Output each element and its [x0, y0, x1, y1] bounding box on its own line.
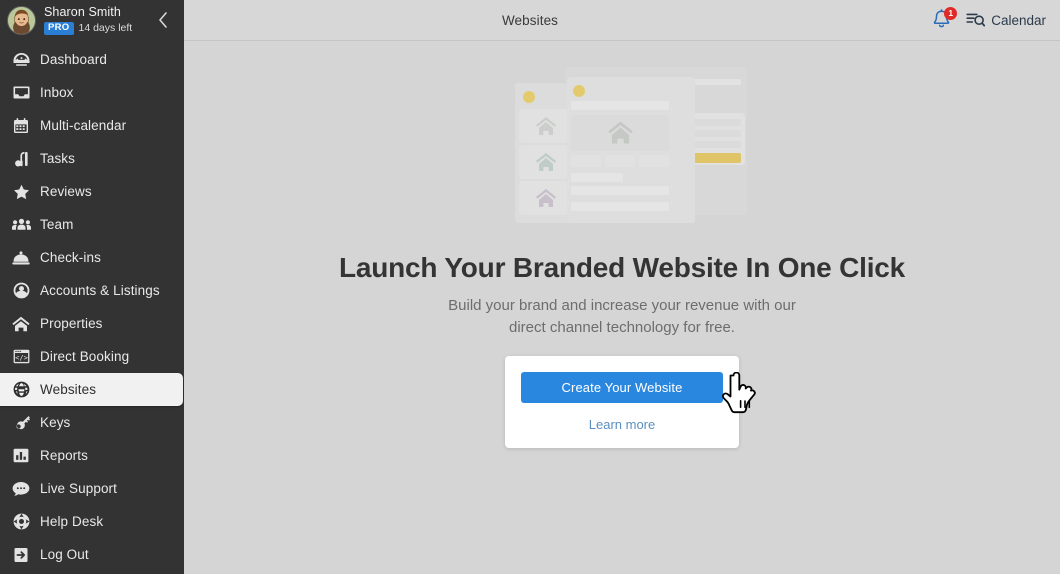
sidebar-item-reviews[interactable]: Reviews: [0, 175, 184, 208]
illustration-bar: [571, 202, 669, 211]
sidebar-item-live-support[interactable]: Live Support: [0, 472, 184, 505]
sidebar-item-label: Help Desk: [40, 514, 104, 529]
sidebar-item-keys[interactable]: Keys: [0, 406, 184, 439]
topbar-actions: 1 Calendar: [932, 7, 1046, 31]
illustration-bar: [571, 101, 669, 110]
sidebar-item-help-desk[interactable]: Help Desk: [0, 505, 184, 538]
pointing-hand-cursor: [721, 371, 761, 418]
sidebar-item-check-ins[interactable]: Check-ins: [0, 241, 184, 274]
star-icon: [9, 181, 33, 203]
inbox-tray-icon: [9, 82, 33, 104]
chat-bubble-icon: [9, 478, 33, 500]
sidebar-item-label: Reports: [40, 448, 88, 463]
sidebar-item-label: Direct Booking: [40, 349, 130, 364]
home-icon: [535, 151, 557, 173]
sidebar-item-reports[interactable]: Reports: [0, 439, 184, 472]
empty-state-content: Launch Your Branded Website In One Click…: [184, 41, 1060, 574]
calendar-label: Calendar: [991, 12, 1046, 28]
illustration-bar: [571, 155, 601, 167]
illustration-bar: [693, 79, 741, 85]
people-group-icon: [9, 214, 33, 236]
sidebar-item-dashboard[interactable]: Dashboard: [0, 43, 184, 76]
illustration-cta-button: [691, 153, 741, 163]
key-icon: [9, 412, 33, 434]
app-window: Sharon Smith PRO 14 days left Dashboard …: [0, 0, 1060, 574]
hero-subtext-line2: direct channel technology for free.: [509, 318, 735, 336]
sidebar-item-label: Dashboard: [40, 52, 107, 67]
learn-more-link[interactable]: Learn more: [589, 417, 655, 432]
trial-days-left: 14 days left: [78, 21, 133, 34]
chevron-left-icon: [159, 12, 167, 28]
sidebar-item-label: Websites: [40, 382, 97, 397]
home-icon: [535, 187, 557, 209]
sidebar-item-label: Team: [40, 217, 74, 232]
illustration-bar: [691, 141, 741, 148]
cta-card: Create Your Website Learn more: [505, 355, 756, 448]
page-title: Websites: [501, 12, 559, 28]
svg-text:</>: </>: [15, 354, 28, 362]
sidebar-item-accounts-listings[interactable]: Accounts & Listings: [0, 274, 184, 307]
profile-name: Sharon Smith: [44, 5, 121, 20]
sidebar-item-label: Inbox: [40, 85, 74, 100]
calendar-icon: [9, 115, 33, 137]
sidebar-item-multi-calendar[interactable]: Multi-calendar: [0, 109, 184, 142]
sidebar-item-label: Live Support: [40, 481, 117, 496]
top-bar: Websites 1 Calendar: [184, 0, 1060, 41]
home-icon: [607, 119, 634, 146]
sidebar: Sharon Smith PRO 14 days left Dashboard …: [0, 0, 184, 574]
sidebar-item-label: Tasks: [40, 151, 76, 166]
sidebar-item-label: Reviews: [40, 184, 92, 199]
sidebar-item-tasks[interactable]: Tasks: [0, 142, 184, 175]
illustration-dot: [523, 91, 535, 103]
sidebar-item-inbox[interactable]: Inbox: [0, 76, 184, 109]
speedometer-icon: [9, 49, 33, 71]
vacuum-icon: [9, 148, 33, 170]
calendar-button[interactable]: Calendar: [966, 12, 1046, 28]
sidebar-item-label: Keys: [40, 415, 71, 430]
user-profile[interactable]: Sharon Smith PRO 14 days left: [0, 0, 184, 41]
illustration-bar: [605, 155, 635, 167]
sidebar-item-label: Accounts & Listings: [40, 283, 160, 298]
notifications-button[interactable]: 1: [932, 7, 958, 31]
notification-badge: 1: [944, 7, 958, 20]
create-website-button[interactable]: Create Your Website: [521, 371, 723, 403]
sidebar-item-label: Properties: [40, 316, 103, 331]
sidebar-item-properties[interactable]: Properties: [0, 307, 184, 340]
profile-text: Sharon Smith PRO 14 days left: [44, 5, 133, 35]
logout-arrow-icon: [9, 544, 33, 566]
home-icon: [9, 313, 33, 335]
user-circle-icon: [9, 280, 33, 302]
hero-subtext: Build your brand and increase your reven…: [448, 295, 796, 339]
bell-desk-icon: [9, 247, 33, 269]
main-area: Websites 1 Calendar Launch Your Branded …: [184, 0, 1060, 574]
bar-chart-icon: [9, 445, 33, 467]
illustration-dot: [573, 85, 585, 97]
browser-code-icon: </>: [9, 346, 33, 368]
illustration-bar: [571, 173, 623, 182]
home-icon: [535, 115, 557, 137]
illustration-bar: [691, 119, 741, 126]
sidebar-item-team[interactable]: Team: [0, 208, 184, 241]
website-templates-illustration: [497, 65, 747, 230]
sidebar-item-direct-booking[interactable]: </> Direct Booking: [0, 340, 184, 373]
lifebuoy-icon: [9, 511, 33, 533]
sidebar-item-websites[interactable]: Websites: [0, 373, 183, 406]
illustration-bar: [639, 155, 669, 167]
sidebar-item-log-out[interactable]: Log Out: [0, 538, 184, 571]
sidebar-item-label: Multi-calendar: [40, 118, 127, 133]
globe-icon: [9, 379, 33, 401]
calendar-search-icon: [966, 13, 986, 27]
sidebar-nav: Dashboard Inbox Multi-calendar Tasks Rev…: [0, 41, 184, 571]
sidebar-item-label: Log Out: [40, 547, 89, 562]
sidebar-item-label: Check-ins: [40, 250, 101, 265]
sidebar-collapse-button[interactable]: [153, 9, 173, 31]
illustration-bar: [691, 130, 741, 137]
avatar: [7, 6, 36, 35]
hero-subtext-line1: Build your brand and increase your reven…: [448, 297, 796, 314]
pro-badge: PRO: [44, 21, 74, 35]
hero-heading: Launch Your Branded Website In One Click: [338, 252, 906, 283]
illustration-bar: [571, 186, 669, 195]
